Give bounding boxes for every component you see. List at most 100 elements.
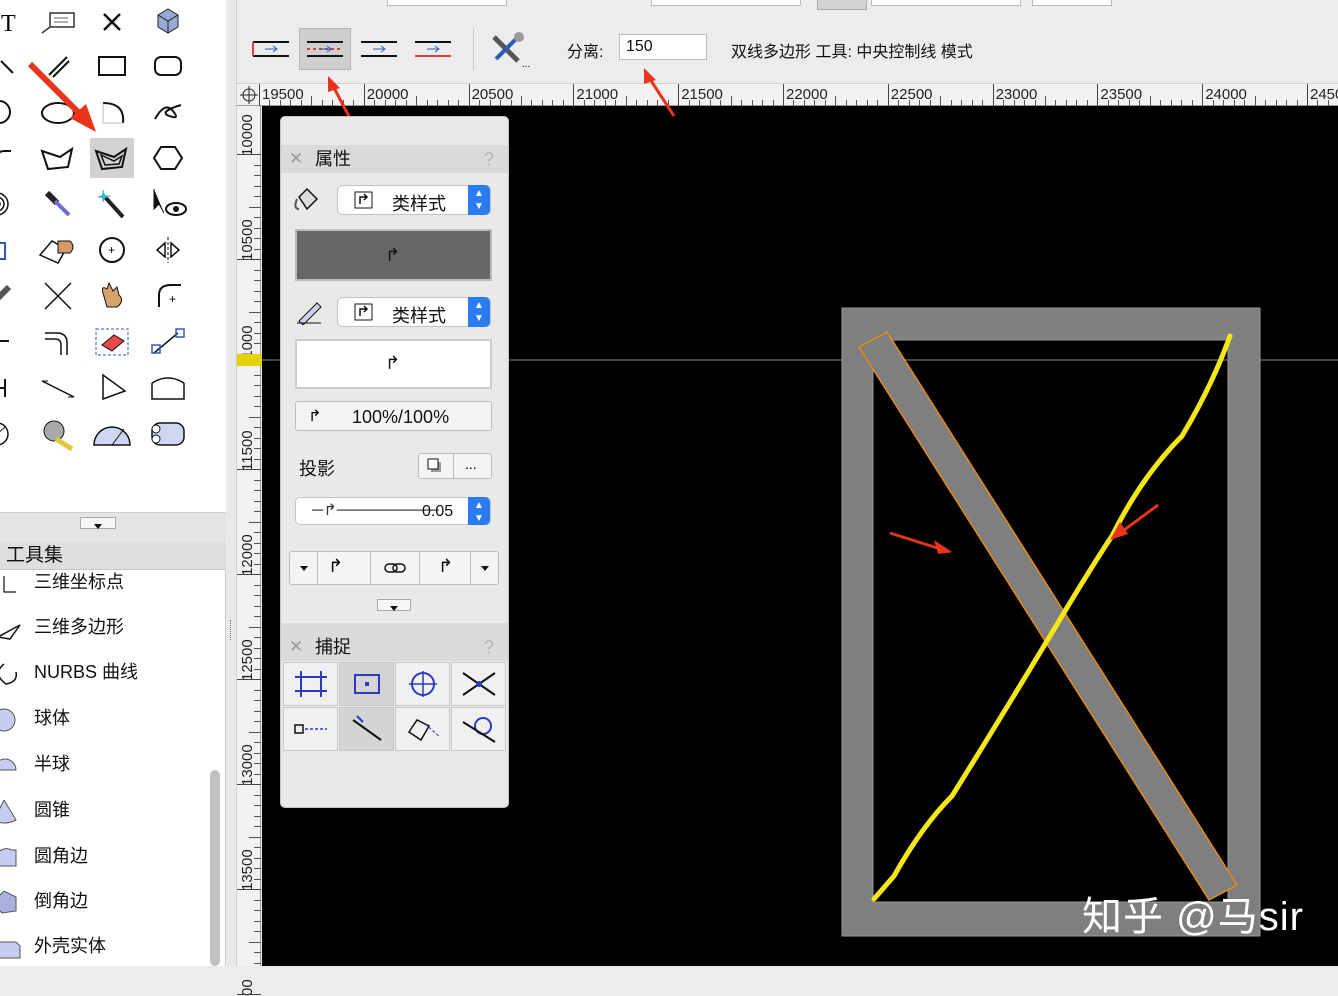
text-tool-icon[interactable]: T: [0, 2, 24, 42]
eraser-tool-icon[interactable]: [90, 322, 134, 362]
oval-tool-icon[interactable]: [36, 92, 80, 132]
arc-length-dimension-icon[interactable]: [146, 368, 190, 408]
end-arrowhead-menu-button[interactable]: [470, 552, 498, 584]
snap-to-angle-button[interactable]: [395, 662, 450, 706]
fill-swatch[interactable]: ↱: [295, 229, 492, 281]
line-weight-dropdown[interactable]: ─↱───────── 0.05 ▲ ▼: [295, 497, 491, 525]
toolset-item-chamfer-edge[interactable]: 倒角边: [0, 881, 208, 921]
connect-tool-icon[interactable]: [146, 322, 190, 362]
stepper-arrows-icon[interactable]: ▲ ▼: [468, 297, 490, 327]
pen-swatch[interactable]: ↱: [295, 339, 492, 389]
custom-control-line-mode-button[interactable]: [407, 28, 459, 70]
snap-to-grid-button[interactable]: [283, 662, 338, 706]
top-field-stub[interactable]: [871, 0, 1021, 6]
start-arrowhead-menu-button[interactable]: [290, 552, 318, 584]
double-line-polygon-tool-icon[interactable]: [90, 138, 134, 178]
mirror-tool-icon[interactable]: [146, 230, 190, 270]
start-arrowhead-icon[interactable]: ↱: [328, 556, 343, 577]
panel-splitter[interactable]: [281, 623, 508, 633]
fill-style-dropdown[interactable]: 类样式 ▲ ▼: [337, 185, 491, 215]
pan-hand-tool-icon[interactable]: [90, 276, 134, 316]
palette-resize-gutter[interactable]: [227, 0, 237, 966]
stepper-arrows-icon[interactable]: ▲ ▼: [468, 497, 490, 525]
snap-to-object-button[interactable]: [339, 662, 394, 706]
viewport-tool-icon[interactable]: [0, 230, 24, 270]
hatch-tool-icon[interactable]: [0, 276, 24, 316]
palette-divider[interactable]: [0, 512, 226, 542]
reshape-tool-icon[interactable]: [36, 230, 80, 270]
toolset-item-3d-polygon[interactable]: 三维多边形: [0, 607, 208, 647]
stepper-arrows-icon[interactable]: ▲ ▼: [468, 185, 490, 215]
magic-wand-tool-icon[interactable]: [90, 184, 134, 224]
dimension-tool-icon[interactable]: [0, 322, 24, 362]
polygon-tool-icon[interactable]: [36, 138, 80, 178]
preferences-tools-icon[interactable]: ...: [485, 28, 537, 70]
collapse-toggle-button[interactable]: [80, 517, 116, 529]
linear-dimension-icon[interactable]: [0, 368, 24, 408]
help-icon[interactable]: ?: [484, 145, 494, 173]
toolset-scrollbar[interactable]: [210, 770, 220, 966]
angle-dimension-icon[interactable]: [36, 368, 80, 408]
double-line-tool-icon[interactable]: [36, 46, 80, 86]
snap-to-surface-button[interactable]: [451, 707, 506, 751]
close-icon[interactable]: ✕: [289, 633, 303, 661]
spiral-tool-icon[interactable]: [0, 184, 24, 224]
resize-grip[interactable]: [230, 620, 233, 640]
end-arrowhead-icon[interactable]: ↱: [438, 556, 453, 577]
circle-tool-icon[interactable]: [0, 92, 24, 132]
top-field-stub[interactable]: [651, 0, 801, 6]
ruler-minor-tick: [249, 521, 261, 523]
collapse-toggle-button[interactable]: [377, 599, 411, 611]
smart-points-button[interactable]: [283, 707, 338, 751]
toolset-item-fillet-edge[interactable]: 圆角边: [0, 836, 208, 876]
radial-dimension-icon[interactable]: [0, 414, 24, 454]
shadow-button[interactable]: ...: [418, 453, 492, 479]
center-control-line-mode-button[interactable]: [299, 28, 351, 70]
3d-object-tool-icon[interactable]: [146, 2, 190, 42]
snap-to-intersection-button[interactable]: [451, 662, 506, 706]
smart-edge-button[interactable]: [339, 707, 394, 751]
toolset-item-sphere[interactable]: 球体: [0, 698, 208, 738]
arc-tool-icon[interactable]: [90, 92, 134, 132]
left-control-line-mode-button[interactable]: [245, 28, 297, 70]
protractor-icon[interactable]: [90, 414, 134, 454]
callout-tool-icon[interactable]: [36, 2, 80, 42]
help-icon[interactable]: ?: [484, 633, 494, 661]
opacity-field[interactable]: ↱ 100%/100%: [295, 401, 492, 431]
top-button-stub[interactable]: [817, 0, 867, 10]
right-control-line-mode-button[interactable]: [353, 28, 405, 70]
snap-to-tangent-button[interactable]: [395, 707, 450, 751]
selected-diagonal-wall[interactable]: [857, 331, 1239, 901]
pen-style-dropdown[interactable]: 类样式 ▲ ▼: [337, 297, 491, 327]
polyline-tool-icon[interactable]: [0, 138, 24, 178]
angular-dimension-icon[interactable]: [90, 368, 134, 408]
toolset-item-3d-locus[interactable]: 三维坐标点: [0, 562, 208, 602]
freehand-tool-icon[interactable]: [146, 92, 190, 132]
ductwork-tool-icon[interactable]: [146, 414, 190, 454]
delete-x-tool-icon[interactable]: [90, 2, 134, 42]
fillet-tool-icon[interactable]: +: [146, 276, 190, 316]
vertical-ruler[interactable]: 10000 10500 11000 11500 12000 12500 13000 13500…: [237, 106, 261, 996]
link-arrowheads-button[interactable]: [370, 552, 420, 584]
horizontal-ruler[interactable]: 19500 20000 20500 21000 21500 22000 22500 23000…: [237, 84, 1338, 106]
toolset-item-shell-solid[interactable]: 外壳实体: [0, 926, 208, 966]
toolset-item-hemisphere[interactable]: 半球: [0, 744, 208, 784]
regular-polygon-tool-icon[interactable]: [146, 138, 190, 178]
rotate-tool-icon[interactable]: +: [90, 230, 134, 270]
tape-measure-icon[interactable]: [36, 414, 80, 454]
toolset-item-nurbs[interactable]: NURBS 曲线: [0, 652, 208, 692]
offset-tool-icon[interactable]: [36, 322, 80, 362]
line-tool-icon[interactable]: [0, 46, 24, 86]
rounded-rectangle-tool-icon[interactable]: [146, 46, 190, 86]
ruler-major-tick: [1307, 84, 1308, 106]
top-field-stub[interactable]: [1032, 0, 1112, 6]
trim-tool-icon[interactable]: [36, 276, 80, 316]
top-field-stub[interactable]: [387, 0, 507, 6]
toolset-item-cone[interactable]: 圆锥: [0, 790, 208, 830]
eyedropper-tool-icon[interactable]: [36, 184, 80, 224]
shadow-more-button[interactable]: ...: [465, 456, 477, 472]
rectangle-tool-icon[interactable]: [90, 46, 134, 86]
offset-input[interactable]: [619, 34, 707, 60]
visibility-selection-tool-icon[interactable]: [146, 184, 190, 224]
close-icon[interactable]: ✕: [289, 145, 303, 173]
